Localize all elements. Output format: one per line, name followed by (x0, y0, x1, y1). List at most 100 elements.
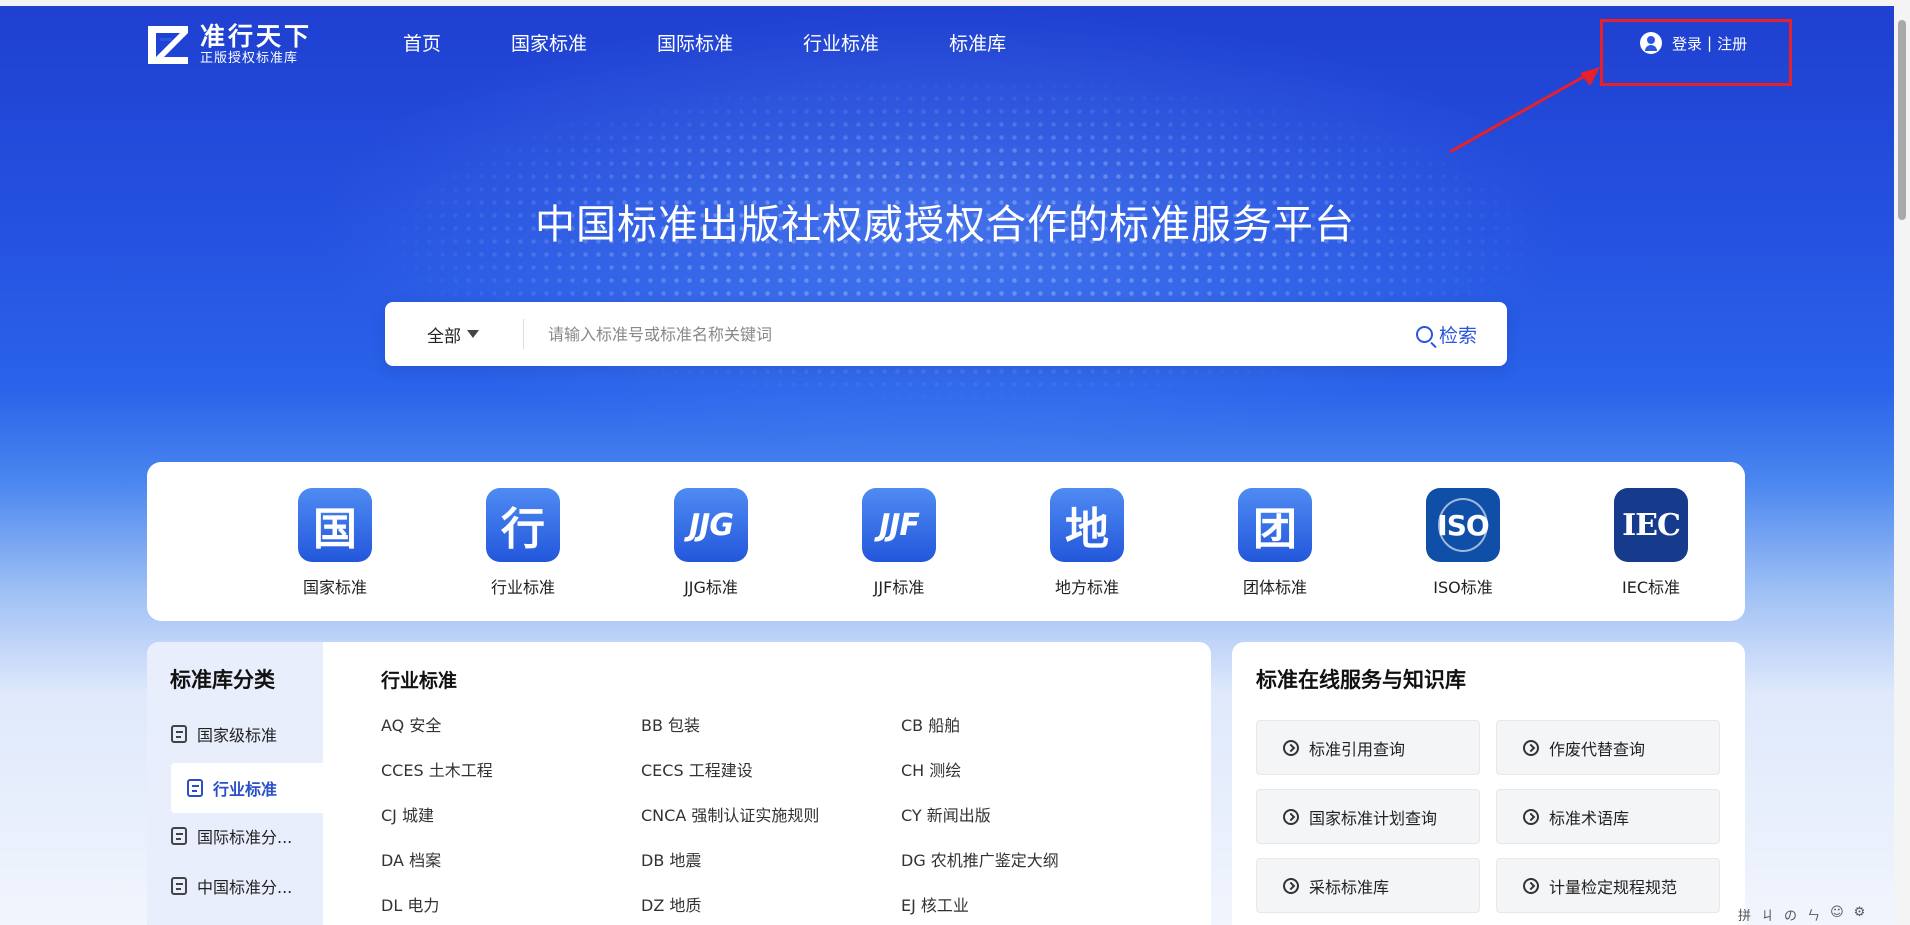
list-item[interactable]: DB 地震 (641, 849, 901, 873)
category-label: 团体标准 (1242, 578, 1307, 597)
service-metrology-button[interactable]: 计量检定规程规范 (1496, 858, 1720, 913)
industry-standard-icon: 行 (486, 488, 560, 562)
logo-subtitle: 正版授权标准库 (200, 51, 299, 66)
category-industry[interactable]: 行 行业标准 (429, 462, 617, 621)
list-item[interactable]: CY 新闻出版 (901, 804, 1161, 828)
library-section-title: 行业标准 (381, 670, 458, 692)
service-replacement-query-button[interactable]: 作废代替查询 (1496, 720, 1720, 775)
document-icon (171, 725, 187, 743)
sidebar-item-label: 国际标准分... (197, 828, 293, 847)
list-item[interactable]: DL 电力 (381, 894, 641, 918)
ime-emoji-icon[interactable]: ☺ (1830, 905, 1844, 924)
main-nav: 首页 国家标准 国际标准 行业标准 标准库 (403, 30, 1076, 58)
ime-kana-button[interactable]: の (1784, 905, 1797, 924)
nav-international-standards[interactable]: 国际标准 (657, 30, 733, 58)
list-item[interactable]: CECS 工程建设 (641, 759, 901, 783)
scrollbar-thumb[interactable] (1898, 20, 1906, 220)
ime-pinyin-button[interactable]: 拼 (1738, 905, 1751, 924)
search-divider (523, 319, 524, 349)
search-scope-dropdown[interactable]: 全部 (385, 322, 523, 347)
service-label: 国家标准计划查询 (1309, 808, 1438, 828)
category-jjg[interactable]: JJG JJG标准 (617, 462, 805, 621)
list-item[interactable]: CJ 城建 (381, 804, 641, 828)
window-top-edge (0, 0, 1910, 6)
standards-library-panel: 标准库分类 国家级标准 行业标准 国际标准分... 中国标准分... 行业标准 … (147, 642, 1211, 925)
services-grid: 标准引用查询 作废代替查询 国家标准计划查询 标准术语库 采标标准库 计量检定规… (1256, 720, 1720, 913)
service-label: 作废代替查询 (1549, 739, 1646, 759)
services-title: 标准在线服务与知识库 (1256, 668, 1466, 692)
group-standard-icon: 团 (1238, 488, 1312, 562)
service-label: 计量检定规程规范 (1549, 877, 1678, 897)
category-national[interactable]: 国 国家标准 (241, 462, 429, 621)
category-label: 国家标准 (302, 578, 367, 597)
ime-settings-icon[interactable]: ⚙ (1854, 905, 1866, 924)
service-label: 标准引用查询 (1309, 739, 1406, 759)
category-jjf[interactable]: JJF JJF标准 (805, 462, 993, 621)
search-input[interactable] (548, 324, 1416, 344)
list-item[interactable]: CB 船舶 (901, 714, 1161, 738)
sidebar-item-china-classification[interactable]: 中国标准分... (171, 874, 292, 898)
list-item[interactable]: CNCA 强制认证实施规则 (641, 804, 901, 828)
service-label: 标准术语库 (1549, 808, 1630, 828)
nav-national-standards[interactable]: 国家标准 (511, 30, 587, 58)
ime-toolbar: 拼 ㄐ の ㄣ ☺ ⚙ (1738, 905, 1865, 924)
document-icon (187, 779, 203, 797)
chevron-circle-icon (1283, 808, 1299, 825)
sidebar-item-industry[interactable]: 行业标准 (171, 763, 323, 813)
category-label: JJF标准 (873, 578, 925, 597)
list-item[interactable]: AQ 安全 (381, 714, 641, 738)
category-label: IEC标准 (1621, 578, 1680, 597)
nav-home[interactable]: 首页 (403, 30, 441, 58)
nav-standards-library[interactable]: 标准库 (949, 30, 1006, 58)
sidebar-item-national-level[interactable]: 国家级标准 (171, 722, 277, 746)
list-item[interactable]: DZ 地质 (641, 894, 901, 918)
online-services-panel: 标准在线服务与知识库 标准引用查询 作废代替查询 国家标准计划查询 标准术语库 … (1232, 642, 1745, 925)
service-citation-query-button[interactable]: 标准引用查询 (1256, 720, 1480, 775)
category-iec[interactable]: IEC IEC标准 (1557, 462, 1745, 621)
list-item[interactable]: CCES 土木工程 (381, 759, 641, 783)
document-icon (171, 877, 187, 895)
list-item[interactable]: CH 测绘 (901, 759, 1161, 783)
search-icon (1415, 325, 1433, 343)
category-label: 地方标准 (1054, 578, 1119, 597)
annotation-highlight-box (1600, 19, 1792, 86)
category-iso[interactable]: ISO ISO标准 (1369, 462, 1557, 621)
list-item[interactable]: DA 档案 (381, 849, 641, 873)
chevron-circle-icon (1523, 877, 1539, 894)
jjf-standard-icon: JJF (862, 488, 936, 562)
category-label: JJG标准 (684, 578, 738, 597)
service-adopted-standards-button[interactable]: 采标标准库 (1256, 858, 1480, 913)
chevron-circle-icon (1523, 808, 1539, 825)
list-item[interactable]: DG 农机推广鉴定大纲 (901, 849, 1161, 873)
document-icon (171, 827, 187, 845)
sidebar-item-label: 中国标准分... (197, 878, 293, 897)
site-logo[interactable]: 准行天下 正版授权标准库 (146, 22, 312, 68)
sidebar-item-label: 国家级标准 (197, 726, 278, 745)
category-label: ISO标准 (1433, 578, 1493, 597)
iso-logo-icon: ISO (1426, 488, 1500, 562)
ime-zhuyin-button[interactable]: ㄐ (1761, 905, 1774, 924)
service-terminology-button[interactable]: 标准术语库 (1496, 789, 1720, 844)
library-title: 标准库分类 (170, 668, 275, 692)
nav-industry-standards[interactable]: 行业标准 (803, 30, 879, 58)
industry-standard-list: AQ 安全 BB 包装 CB 船舶 CCES 土木工程 CECS 工程建设 CH… (381, 714, 1161, 918)
library-sidebar: 标准库分类 国家级标准 行业标准 国际标准分... 中国标准分... (147, 642, 323, 925)
jjg-standard-icon: JJG (674, 488, 748, 562)
search-bar: 全部 检索 (385, 302, 1507, 366)
category-local[interactable]: 地 地方标准 (993, 462, 1181, 621)
category-group[interactable]: 团 团体标准 (1181, 462, 1369, 621)
category-panel: 国 国家标准 行 行业标准 JJG JJG标准 JJF JJF标准 地 地方标准… (147, 462, 1745, 621)
sidebar-item-international-classification[interactable]: 国际标准分... (171, 824, 292, 848)
iso-glyph: ISO (1437, 508, 1489, 542)
logo-title: 准行天下 (200, 22, 313, 51)
list-item[interactable]: EJ 核工业 (901, 894, 1161, 918)
chevron-circle-icon (1283, 739, 1299, 756)
search-button[interactable]: 检索 (1415, 321, 1507, 348)
list-item[interactable]: BB 包装 (641, 714, 901, 738)
ime-symbol-button[interactable]: ㄣ (1807, 905, 1820, 924)
chevron-circle-icon (1283, 877, 1299, 894)
service-plan-query-button[interactable]: 国家标准计划查询 (1256, 789, 1480, 844)
scrollbar-track[interactable] (1894, 0, 1910, 925)
national-standard-icon: 国 (298, 488, 372, 562)
category-label: 行业标准 (490, 578, 555, 597)
